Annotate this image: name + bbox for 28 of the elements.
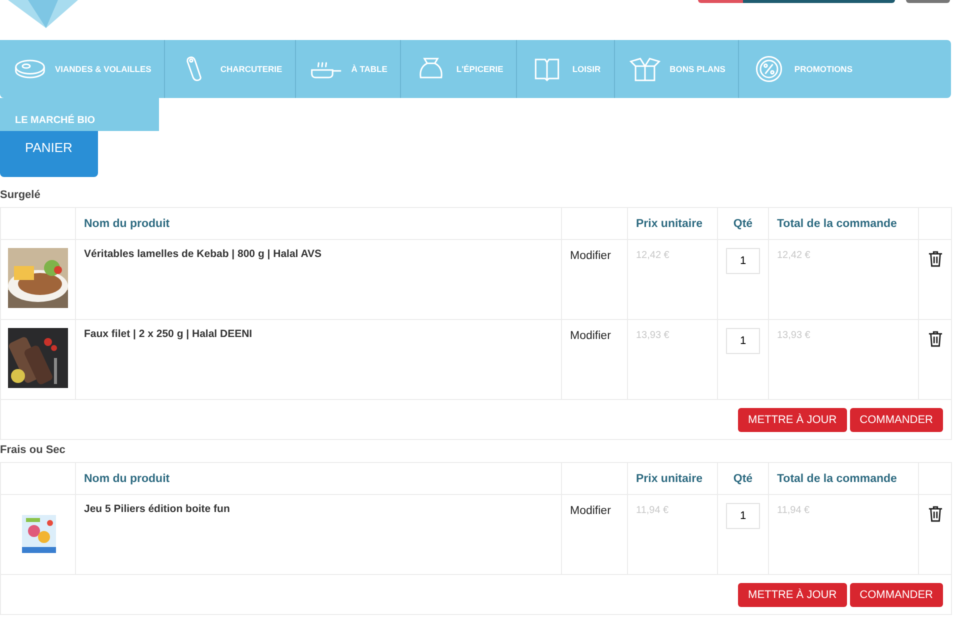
order-button[interactable]: COMMANDER [850,582,943,606]
modify-link[interactable]: Modifier [570,250,611,262]
column-header: Qté [718,208,768,240]
cart-tab[interactable]: PANIER [0,131,98,177]
section-title: Surgelé [0,189,42,201]
column-header: Total de la commande [768,462,918,494]
quantity-field[interactable]: 1 [726,328,760,354]
modify-link[interactable]: Modifier [570,505,611,517]
modify-link[interactable]: Modifier [570,330,611,342]
header-button[interactable] [906,0,950,3]
trash-icon[interactable] [928,505,942,522]
quantity-field[interactable]: 1 [726,248,760,274]
trash-icon[interactable] [928,250,942,267]
product-name: Jeu 5 Piliers édition boite fun [84,503,230,515]
column-header: Prix unitaire [628,462,718,494]
column-header: Prix unitaire [628,208,718,240]
trash-icon[interactable] [928,330,942,347]
update-button[interactable]: METTRE À JOUR [738,408,847,432]
section-title: Frais ou Sec [0,444,66,456]
column-header: Nom du produit [76,462,562,494]
update-button[interactable]: METTRE À JOUR [738,582,847,606]
product-name: Faux filet | 2 x 250 g | Halal DEENI [84,328,252,340]
order-button[interactable]: COMMANDER [850,408,943,432]
column-header: Total de la commande [768,208,918,240]
column-header: Qté [718,462,768,494]
column-header: Nom du produit [76,208,562,240]
quantity-field[interactable]: 1 [726,503,760,529]
product-name: Véritables lamelles de Kebab | 800 g | Halal AVS [84,248,322,260]
